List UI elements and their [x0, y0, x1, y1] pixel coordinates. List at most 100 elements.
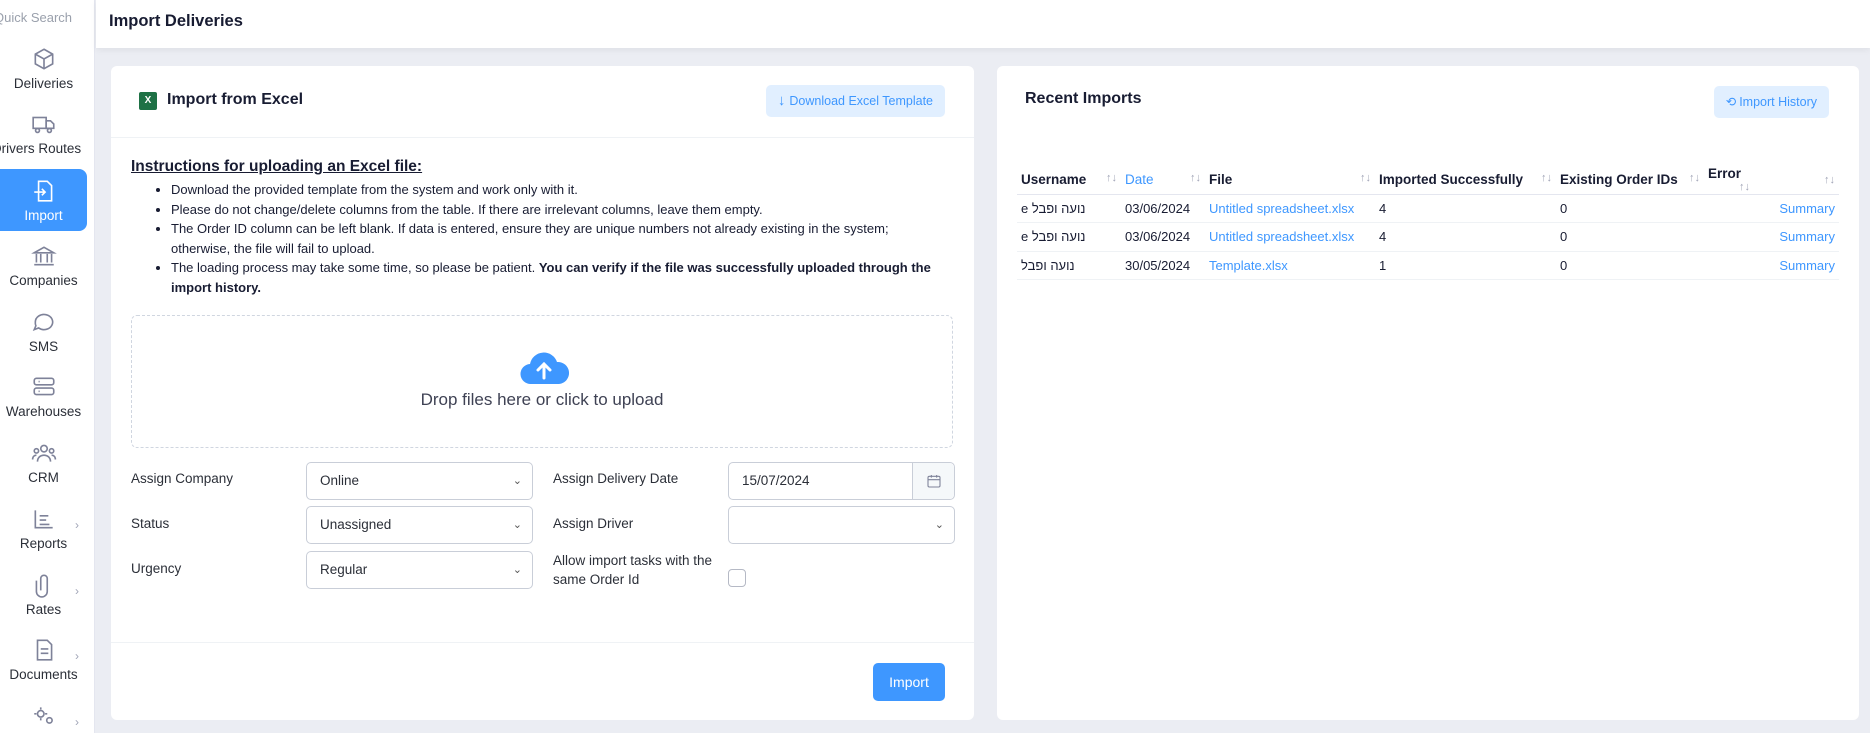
sidebar-item-warehouses[interactable]: Warehouses: [0, 374, 87, 436]
sidebar-item-label: Documents: [9, 667, 78, 682]
cell-date: 03/06/2024: [1121, 194, 1205, 223]
summary-link[interactable]: Summary: [1754, 194, 1839, 223]
col-label: Existing Order IDs: [1560, 172, 1678, 188]
urgency-value: Regular: [320, 562, 368, 577]
col-label: Error: [1708, 166, 1742, 182]
sidebar-item-rates[interactable]: › Rates: [0, 572, 87, 634]
urgency-select[interactable]: Regular ⌄: [306, 551, 533, 589]
col-username[interactable]: Username ↑↓: [1017, 166, 1121, 195]
cell-file-link[interactable]: Untitled spreadsheet.xlsx: [1205, 194, 1375, 223]
sidebar-item-label: Warehouses: [5, 404, 82, 419]
cell-error: [1704, 194, 1754, 223]
col-error[interactable]: Error ↑↓: [1704, 166, 1754, 195]
sidebar-item-crm[interactable]: CRM: [0, 440, 87, 502]
chevron-right-icon: ›: [75, 715, 79, 729]
cell-existing: 0: [1556, 194, 1704, 223]
delivery-date-input[interactable]: 15/07/2024: [728, 462, 955, 500]
instruction-item: The Order ID column can be left blank. I…: [171, 219, 951, 258]
chevron-down-icon: ⌄: [512, 475, 522, 487]
instruction-item: Please do not change/delete columns from…: [171, 200, 951, 220]
cell-imported: 1: [1375, 251, 1556, 280]
cell-username: e נועה ופבל: [1017, 194, 1121, 223]
table-row: e נועה ופבל 03/06/2024 Untitled spreadsh…: [1017, 222, 1839, 252]
assign-delivery-date-label: Assign Delivery Date: [553, 471, 679, 486]
sort-icon: ↑↓: [1739, 181, 1750, 194]
sort-icon: ↑↓: [1190, 172, 1201, 185]
recent-imports-title: Recent Imports: [1025, 90, 1142, 107]
col-file[interactable]: File ↑↓: [1205, 166, 1375, 195]
bank-icon: [30, 246, 57, 266]
assign-driver-label: Assign Driver: [553, 516, 634, 531]
sidebar-item-label: Deliveries: [13, 76, 74, 91]
sidebar-item-documents[interactable]: › Documents: [0, 637, 87, 699]
urgency-label: Urgency: [131, 561, 182, 576]
sidebar-item-import[interactable]: Import: [0, 169, 87, 231]
sort-icon: ↑↓: [1106, 172, 1117, 185]
instructions: Instructions for uploading an Excel file…: [131, 158, 951, 297]
status-value: Unassigned: [320, 517, 392, 532]
table-header-row: Username ↑↓ Date ↑↓ File ↑↓ Imported Succes…: [1017, 166, 1839, 195]
instruction-item: Download the provided template from the …: [171, 180, 951, 200]
chevron-down-icon: ⌄: [512, 564, 522, 576]
summary-link[interactable]: Summary: [1754, 251, 1839, 280]
col-imported-successfully[interactable]: Imported Successfully ↑↓: [1375, 166, 1556, 195]
sidebar-item-label: Reports: [19, 536, 68, 551]
col-label: Imported Successfully: [1379, 172, 1524, 188]
cell-existing: 0: [1556, 222, 1704, 252]
server-icon: [32, 377, 55, 396]
sidebar: Quick Search Deliveries Drivers Routes I…: [0, 0, 95, 733]
box-icon: [34, 48, 53, 70]
recent-imports-table: Username ↑↓ Date ↑↓ File ↑↓ Imported Succes…: [1017, 166, 1839, 280]
sort-icon: ↑↓: [1824, 173, 1835, 186]
table-row: נועה ופבל 30/05/2024 Template.xlsx 1 0 S…: [1017, 251, 1839, 280]
col-actions[interactable]: ↑↓: [1754, 166, 1839, 195]
gears-icon: [33, 707, 53, 724]
sidebar-item-reports[interactable]: › Reports: [0, 506, 87, 568]
sidebar-item-label: Companies: [9, 273, 78, 288]
cell-date: 03/06/2024: [1121, 222, 1205, 252]
cell-file-link[interactable]: Untitled spreadsheet.xlsx: [1205, 222, 1375, 252]
sidebar-item-drivers-routes[interactable]: Drivers Routes: [0, 111, 87, 173]
sidebar-item-sms[interactable]: SMS: [0, 309, 87, 371]
assign-company-select[interactable]: Online ⌄: [306, 462, 533, 500]
truck-icon: [31, 116, 55, 134]
cell-file-link[interactable]: Template.xlsx: [1205, 251, 1375, 280]
sidebar-item-companies[interactable]: Companies: [0, 243, 87, 305]
cell-existing: 0: [1556, 251, 1704, 280]
chevron-down-icon: ⌄: [934, 519, 944, 531]
calendar-button[interactable]: [912, 463, 954, 499]
col-existing-order-ids[interactable]: Existing Order IDs ↑↓: [1556, 166, 1704, 195]
import-card: X Import from Excel ↓ Download Excel Temp…: [111, 66, 974, 720]
sidebar-item-label: SMS: [28, 339, 59, 354]
summary-link[interactable]: Summary: [1754, 222, 1839, 252]
import-button[interactable]: Import: [873, 663, 945, 701]
sidebar-item-settings[interactable]: ›: [0, 703, 87, 733]
excel-icon: X: [139, 92, 157, 110]
import-history-button[interactable]: ⟲ Import History: [1713, 86, 1829, 118]
table-row: e נועה ופבל 03/06/2024 Untitled spreadsh…: [1017, 194, 1839, 223]
allow-duplicate-checkbox[interactable]: [728, 569, 746, 587]
sort-icon: ↑↓: [1689, 172, 1700, 185]
import-history-label: Import History: [1739, 95, 1817, 109]
delivery-date-value: 15/07/2024: [742, 473, 810, 488]
import-icon: [33, 180, 52, 202]
col-date[interactable]: Date ↑↓: [1121, 166, 1205, 195]
sidebar-item-deliveries[interactable]: Deliveries: [0, 46, 87, 108]
chevron-right-icon: ›: [75, 649, 79, 663]
sidebar-item-label: Drivers Routes: [0, 141, 82, 156]
cell-username: נועה ופבל: [1017, 251, 1121, 280]
page-title: Import Deliveries: [109, 12, 243, 30]
topbar: Import Deliveries: [96, 0, 1870, 48]
recent-imports-card: Recent Imports ⟲ Import History Username ↑…: [997, 66, 1859, 720]
download-template-button[interactable]: ↓ Download Excel Template: [765, 85, 945, 117]
sidebar-item-label: Import: [24, 208, 63, 223]
file-dropzone[interactable]: Drop files here or click to upload: [131, 315, 953, 448]
import-card-header: X Import from Excel ↓ Download Excel Temp…: [111, 66, 974, 138]
status-select[interactable]: Unassigned ⌄: [306, 506, 533, 544]
history-icon: ⟲: [1725, 95, 1737, 109]
assign-driver-select[interactable]: ⌄: [728, 506, 955, 544]
sort-icon: ↑↓: [1360, 172, 1371, 185]
quick-search-input[interactable]: Quick Search: [0, 10, 72, 25]
status-label: Status: [131, 516, 170, 531]
instruction-item: The loading process may take some time, …: [171, 258, 951, 297]
